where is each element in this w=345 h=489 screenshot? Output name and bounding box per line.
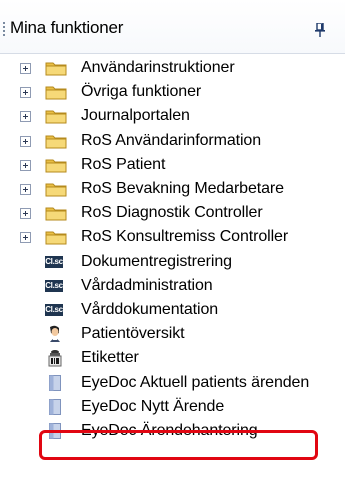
document-icon [49,374,61,391]
person-icon [50,325,60,343]
tree-item[interactable]: EyeDoc Aktuell patients ärenden [0,371,345,395]
panel-header: Mina funktioner [0,0,345,54]
expand-icon[interactable] [20,208,31,220]
tree-item[interactable]: Patientöversikt [0,322,345,346]
tree-item-label: RoS Konsultremiss Controller [81,228,289,246]
tree-item[interactable]: RoS Bevakning Medarbetare [0,177,345,201]
tree-item[interactable]: RoS Patient [0,153,345,177]
panel-title: Mina funktioner [10,18,124,37]
document-icon [49,398,61,415]
folder-icon [45,135,67,149]
pin-icon[interactable] [315,23,325,37]
tree-item[interactable]: Etiketter [0,346,345,370]
tree-item-label: EyeDoc Nytt Ärende [81,397,225,415]
app-badge-icon: Cl.sc [45,279,63,292]
folder-icon [45,159,67,173]
folder-icon [45,62,67,76]
expand-icon[interactable] [20,111,31,123]
tree-item[interactable]: Cl.sc Vårdadministration [0,274,345,298]
tree-item-label: Användarinstruktioner [81,59,235,76]
folder-icon [45,207,67,221]
tree-item-label: EyeDoc Aktuell patients ärenden [81,373,310,391]
tree-item-label: RoS Bevakning Medarbetare [81,180,284,197]
tree-item[interactable]: Användarinstruktioner [0,56,345,80]
tree-item[interactable]: EyeDoc Ärendehantering [0,419,345,443]
tree-item[interactable]: Cl.sc Dokumentregistrering [0,250,345,274]
expand-icon[interactable] [20,87,31,99]
tree-item-label: Vårddokumentation [81,301,219,318]
tree-item-label: RoS Användarinformation [81,131,262,149]
tree-item[interactable]: Övriga funktioner [0,80,345,104]
expand-icon[interactable] [20,159,31,171]
drag-grip[interactable] [3,22,5,38]
expand-icon[interactable] [20,135,31,147]
tree-item-label: Etiketter [81,349,139,367]
label-icon [48,350,62,367]
tree-item-label: Vårdadministration [81,276,213,294]
app-badge-icon: Cl.sc [45,255,63,268]
expand-icon[interactable] [20,184,31,195]
document-icon [49,423,61,439]
folder-icon [45,183,67,197]
tree-item-label: RoS Patient [81,155,166,173]
tree-item-label: Patientöversikt [81,325,185,343]
app-badge-icon: Cl.sc [45,304,63,316]
tree-item-label: Dokumentregistrering [81,252,232,270]
tree-item-label: Journalportalen [81,107,190,125]
tree-item[interactable]: RoS Användarinformation [0,129,345,153]
tree-item[interactable]: RoS Diagnostik Controller [0,201,345,225]
folder-icon [45,231,67,245]
folder-icon [45,86,67,100]
tree-item[interactable]: EyeDoc Nytt Ärende [0,395,345,419]
tree-item[interactable]: Journalportalen [0,104,345,128]
expand-icon[interactable] [20,63,31,74]
tree-item[interactable]: RoS Konsultremiss Controller [0,225,345,249]
folder-icon [45,110,67,124]
tree-item-label: EyeDoc Ärendehantering [81,422,258,439]
tree-item-label: RoS Diagnostik Controller [81,204,263,222]
tree-item-label: Övriga funktioner [81,83,202,101]
expand-icon[interactable] [20,232,31,244]
tree-item[interactable]: Cl.sc Vårddokumentation [0,298,345,322]
